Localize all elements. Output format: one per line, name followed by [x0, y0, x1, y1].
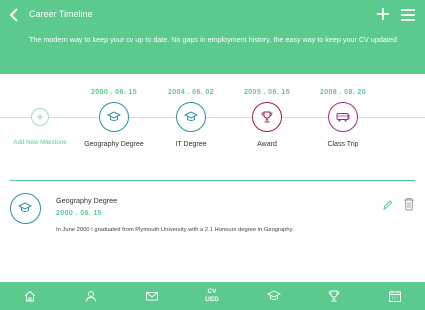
- nav-home[interactable]: [10, 282, 50, 310]
- nav-calendar[interactable]: [375, 282, 415, 310]
- timeline-line: [0, 117, 425, 118]
- trophy-icon: [328, 290, 340, 302]
- milestone-label: Award: [257, 141, 277, 148]
- milestone-circle[interactable]: [328, 102, 358, 132]
- detail-date: 2000 . 06. 15: [56, 210, 103, 217]
- trash-icon[interactable]: [403, 197, 415, 211]
- detail-icon-circle: [10, 193, 41, 224]
- page-title: Career Timeline: [29, 9, 93, 19]
- user-icon: [86, 291, 96, 302]
- add-milestone-label[interactable]: Add New Milestone: [5, 139, 75, 146]
- pencil-icon[interactable]: [382, 198, 393, 210]
- nav-mail[interactable]: [132, 282, 172, 310]
- cv-ued-logo[interactable]: CV UED: [192, 282, 232, 310]
- mail-icon: [146, 292, 158, 301]
- plus-icon[interactable]: [376, 7, 390, 21]
- bus-icon: [336, 113, 350, 122]
- tagline: The modern way to keep your cv up to dat…: [29, 35, 397, 44]
- calendar-icon: [389, 290, 401, 302]
- add-milestone-button[interactable]: +: [31, 108, 49, 126]
- nav-profile[interactable]: [71, 282, 111, 310]
- detail-description: In June 2000 I graduated from Plymouth U…: [56, 227, 294, 233]
- milestone-date: 2005 . 06. 15: [243, 89, 291, 96]
- milestone-circle[interactable]: [252, 102, 282, 132]
- divider: [10, 180, 415, 181]
- milestone-circle[interactable]: [176, 102, 206, 132]
- bottom-nav: CV UED: [0, 282, 425, 310]
- graduation-cap-icon: [267, 290, 281, 300]
- nav-education[interactable]: [253, 282, 293, 310]
- milestone-date: 2000 . 06. 15: [90, 89, 138, 96]
- nav-awards[interactable]: [314, 282, 354, 310]
- logo-line-cv: CV: [207, 288, 217, 295]
- graduation-cap-icon: [18, 202, 32, 212]
- milestone-label: IT Degree: [175, 141, 207, 148]
- detail-title: Geography Degree: [56, 196, 118, 205]
- home-icon: [24, 290, 36, 302]
- logo-line-ued: UED: [205, 295, 219, 303]
- app-header: Career Timeline The modern way to keep y…: [0, 0, 425, 74]
- trophy-icon: [261, 111, 273, 123]
- milestone-label: Class Trip: [327, 141, 359, 148]
- milestone-date: 2008 . 08. 20: [319, 89, 367, 96]
- hamburger-menu-icon[interactable]: [400, 8, 416, 22]
- graduation-cap-icon: [107, 111, 121, 121]
- milestone-label: Geography Degree: [84, 141, 144, 148]
- timeline: + Add New Milestone 2000 . 06. 15 Geogra…: [0, 74, 425, 180]
- chevron-left-icon[interactable]: [8, 7, 22, 23]
- milestone-date: 2004 . 06. 02: [167, 89, 215, 96]
- graduation-cap-icon: [184, 111, 198, 121]
- milestone-circle[interactable]: [99, 102, 129, 132]
- milestone-detail: Geography Degree 2000 . 06. 15 In June 2…: [0, 190, 425, 250]
